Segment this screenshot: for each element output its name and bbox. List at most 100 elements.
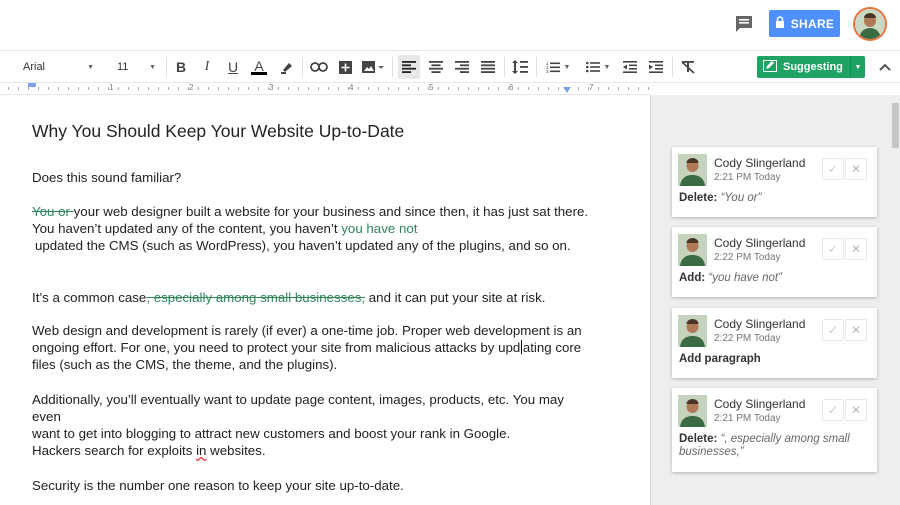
chevron-down-icon: ▼: [149, 63, 156, 71]
ruler-number: 7: [589, 83, 594, 92]
font-family-value: Arial: [23, 61, 46, 73]
suggested-deletion[interactable]: You or: [32, 204, 74, 219]
comment-icon[interactable]: [732, 12, 756, 36]
link-icon[interactable]: [308, 55, 330, 79]
document-page[interactable]: Why You Should Keep Your Website Up-to-D…: [0, 95, 650, 505]
ruler-tick: [78, 87, 79, 90]
timestamp: 2:21 PM Today: [714, 172, 781, 183]
ruler-tick: [308, 87, 309, 90]
ruler-tick: [628, 87, 629, 90]
ruler[interactable]: 1 2 3 4 5 6 7: [0, 83, 650, 95]
align-right-icon[interactable]: [452, 55, 472, 79]
share-button[interactable]: SHARE: [769, 10, 840, 37]
ruler-tick: [548, 87, 549, 90]
highlight-icon[interactable]: [278, 55, 296, 79]
ruler-tick: [338, 87, 339, 90]
accept-suggestion-button[interactable]: ✓: [822, 158, 844, 180]
align-justify-icon[interactable]: [478, 55, 498, 79]
accept-suggestion-button[interactable]: ✓: [822, 238, 844, 260]
ruler-tick: [198, 87, 199, 90]
ruler-number: 6: [509, 83, 514, 92]
reject-suggestion-button[interactable]: ✕: [845, 399, 867, 421]
ruler-tick: [618, 87, 619, 90]
font-size-select[interactable]: 11 ▼: [110, 55, 162, 79]
ruler-tick: [388, 87, 389, 90]
ruler-tick: [178, 87, 179, 90]
align-center-icon[interactable]: [426, 55, 446, 79]
insert-image-icon[interactable]: [360, 55, 386, 79]
ruler-tick: [298, 87, 299, 90]
suggestion-summary: Add paragraph: [679, 353, 761, 365]
toolbar-divider: [302, 57, 303, 77]
font-family-select[interactable]: Arial ▼: [14, 55, 100, 79]
ruler-tick: [648, 87, 649, 90]
ruler-tick: [218, 87, 219, 90]
paragraph: Additionally, you’ll eventually want to …: [32, 392, 564, 441]
spelling-error[interactable]: in: [196, 443, 206, 458]
mode-label: Suggesting: [783, 61, 843, 73]
ruler-tick: [38, 87, 39, 90]
increase-indent-icon[interactable]: [646, 55, 666, 79]
accept-suggestion-button[interactable]: ✓: [822, 399, 844, 421]
ruler-tick: [398, 87, 399, 90]
ruler-tick: [538, 87, 539, 90]
ruler-number: 1: [109, 83, 114, 92]
ruler-number: 2: [189, 83, 194, 92]
align-left-icon[interactable]: [398, 55, 420, 79]
reject-suggestion-button[interactable]: ✕: [845, 238, 867, 260]
clear-formatting-icon[interactable]: [678, 55, 698, 79]
ruler-tick: [528, 87, 529, 90]
reject-suggestion-button[interactable]: ✕: [845, 158, 867, 180]
numbered-list-icon[interactable]: 1 2 3 ▼: [542, 55, 574, 79]
timestamp: 2:22 PM Today: [714, 333, 781, 344]
bold-icon[interactable]: B: [172, 55, 190, 79]
chevron-up-icon[interactable]: [877, 59, 893, 75]
ruler-tick: [468, 87, 469, 90]
suggestion-card[interactable]: Cody Slingerland 2:22 PM Today ✓ ✕ Add p…: [672, 308, 877, 378]
ruler-tick: [418, 87, 419, 90]
accept-suggestion-button[interactable]: ✓: [822, 319, 844, 341]
bulleted-list-icon[interactable]: ▼: [582, 55, 614, 79]
suggestion-card[interactable]: Cody Slingerland 2:22 PM Today ✓ ✕ Add: …: [672, 227, 877, 297]
suggestion-summary: Add: “you have not”: [679, 272, 782, 284]
right-margin-marker-icon[interactable]: [563, 87, 571, 93]
ruler-tick: [238, 87, 239, 90]
suggestion-card[interactable]: Cody Slingerland 2:21 PM Today ✓ ✕ Delet…: [672, 388, 877, 472]
user-avatar[interactable]: [853, 7, 887, 41]
ruler-tick: [248, 87, 249, 90]
add-comment-icon[interactable]: [336, 55, 354, 79]
timestamp: 2:21 PM Today: [714, 413, 781, 424]
underline-icon[interactable]: U: [224, 55, 242, 79]
author-name: Cody Slingerland: [714, 317, 806, 331]
ruler-tick: [138, 87, 139, 90]
text-color-icon[interactable]: A: [249, 55, 269, 79]
chevron-down-icon[interactable]: ▼: [850, 56, 865, 78]
author-name: Cody Slingerland: [714, 156, 806, 170]
scrollbar[interactable]: [892, 103, 899, 148]
toolbar-divider: [504, 57, 505, 77]
italic-icon[interactable]: I: [198, 55, 216, 79]
ruler-tick: [118, 87, 119, 90]
author-name: Cody Slingerland: [714, 397, 806, 411]
ruler-tick: [378, 87, 379, 90]
suggesting-mode-button[interactable]: Suggesting ▼: [757, 56, 865, 78]
author-name: Cody Slingerland: [714, 236, 806, 250]
reject-suggestion-button[interactable]: ✕: [845, 319, 867, 341]
paragraph: Does this sound familiar?: [32, 170, 182, 185]
chevron-down-icon: ▼: [87, 63, 94, 71]
formatting-toolbar: Arial ▼ 11 ▼ B I U A 1 2 3 ▼ ▼ Suggestin…: [0, 50, 900, 83]
document-title: Why You Should Keep Your Website Up-to-D…: [32, 121, 405, 141]
suggestion-card[interactable]: Cody Slingerland 2:21 PM Today ✓ ✕ Delet…: [672, 147, 877, 217]
paragraph: Hackers search for exploits in websites.: [32, 443, 266, 458]
ruler-tick: [148, 87, 149, 90]
indent-marker-icon[interactable]: [28, 83, 36, 87]
ruler-tick: [608, 87, 609, 90]
suggested-insertion[interactable]: you have not: [341, 221, 417, 236]
line-spacing-icon[interactable]: [510, 55, 530, 79]
ruler-tick: [638, 87, 639, 90]
suggested-deletion[interactable]: , especially among small businesses,: [146, 290, 365, 305]
paragraph: You or your web designer built a website…: [32, 204, 589, 253]
svg-text:3: 3: [546, 69, 549, 73]
decrease-indent-icon[interactable]: [620, 55, 640, 79]
ruler-tick: [318, 87, 319, 90]
